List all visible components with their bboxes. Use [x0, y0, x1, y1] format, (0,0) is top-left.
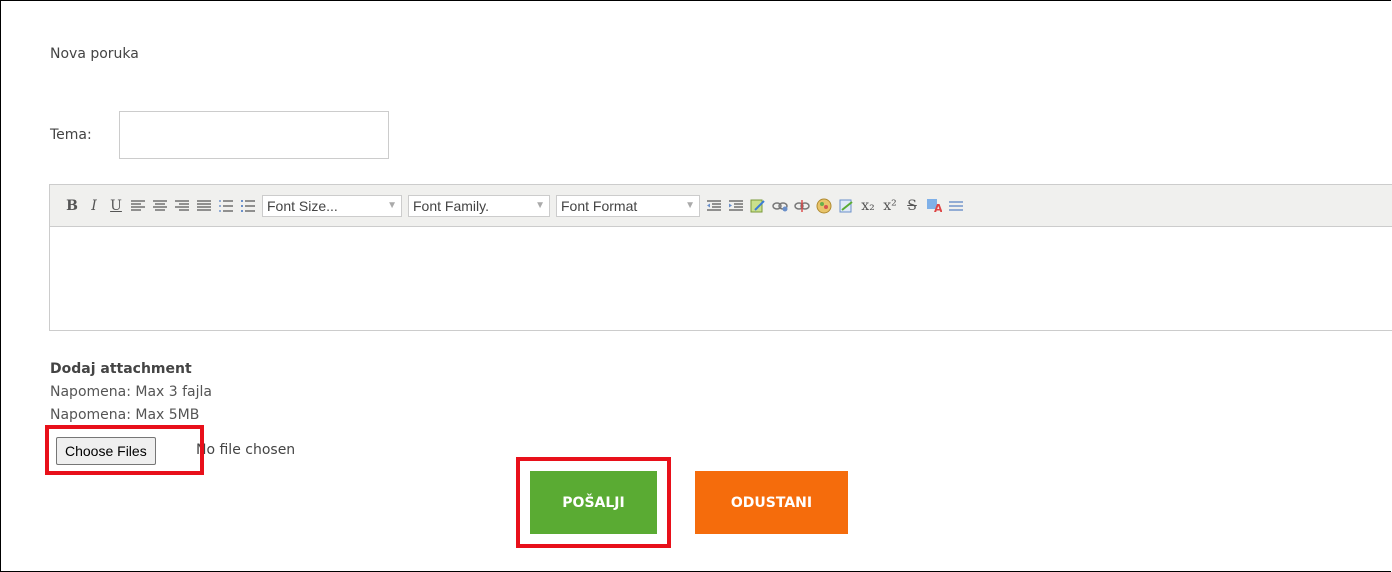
chevron-down-icon: ▼	[535, 200, 545, 211]
subject-input[interactable]	[119, 111, 389, 159]
font-format-select[interactable]: Font Format ▼	[556, 194, 700, 217]
attachment-note-size: Napomena: Max 5MB	[50, 407, 200, 423]
underline-button[interactable]: U	[106, 196, 126, 216]
font-size-label: Font Size...	[267, 197, 338, 214]
indent-icon[interactable]	[726, 196, 746, 216]
svg-text:A: A	[934, 202, 942, 214]
horizontal-rule-icon[interactable]	[946, 196, 966, 216]
choose-files-button[interactable]: Choose Files	[56, 437, 156, 465]
attachment-note-files: Napomena: Max 3 fajla	[50, 384, 212, 400]
unlink-icon[interactable]	[792, 196, 812, 216]
no-file-chosen-text: No file chosen	[196, 442, 296, 458]
editor-content-area[interactable]	[50, 227, 1392, 331]
font-size-select[interactable]: Font Size... ▼	[262, 194, 402, 217]
cleanup-icon[interactable]	[836, 196, 856, 216]
edit-pencil-icon[interactable]	[748, 196, 768, 216]
rich-text-editor: B I U Font Size... ▼ Font Family. ▼ Font…	[49, 184, 1392, 331]
bold-button[interactable]: B	[62, 196, 82, 216]
align-left-icon[interactable]	[128, 196, 148, 216]
send-button[interactable]: POŠALJI	[530, 471, 657, 534]
font-format-label: Font Format	[561, 197, 638, 214]
link-icon[interactable]	[770, 196, 790, 216]
chevron-down-icon: ▼	[387, 200, 397, 211]
text-color-icon[interactable]: A	[924, 196, 944, 216]
font-family-label: Font Family.	[413, 197, 489, 214]
align-center-icon[interactable]	[150, 196, 170, 216]
subject-label: Tema:	[50, 127, 92, 143]
align-justify-icon[interactable]	[194, 196, 214, 216]
strikethrough-icon[interactable]: S	[902, 196, 922, 216]
editor-toolbar: B I U Font Size... ▼ Font Family. ▼ Font…	[50, 185, 1392, 227]
attachment-title: Dodaj attachment	[50, 361, 192, 377]
font-family-select[interactable]: Font Family. ▼	[408, 194, 550, 217]
page-title: Nova poruka	[50, 46, 139, 62]
italic-button[interactable]: I	[84, 196, 104, 216]
align-right-icon[interactable]	[172, 196, 192, 216]
chevron-down-icon: ▼	[685, 200, 695, 211]
ordered-list-icon[interactable]	[216, 196, 236, 216]
cancel-button[interactable]: ODUSTANI	[695, 471, 848, 534]
unordered-list-icon[interactable]	[238, 196, 258, 216]
outdent-icon[interactable]	[704, 196, 724, 216]
subscript-icon[interactable]: x₂	[858, 196, 878, 216]
superscript-icon[interactable]: x²	[880, 196, 900, 216]
image-icon[interactable]	[814, 196, 834, 216]
